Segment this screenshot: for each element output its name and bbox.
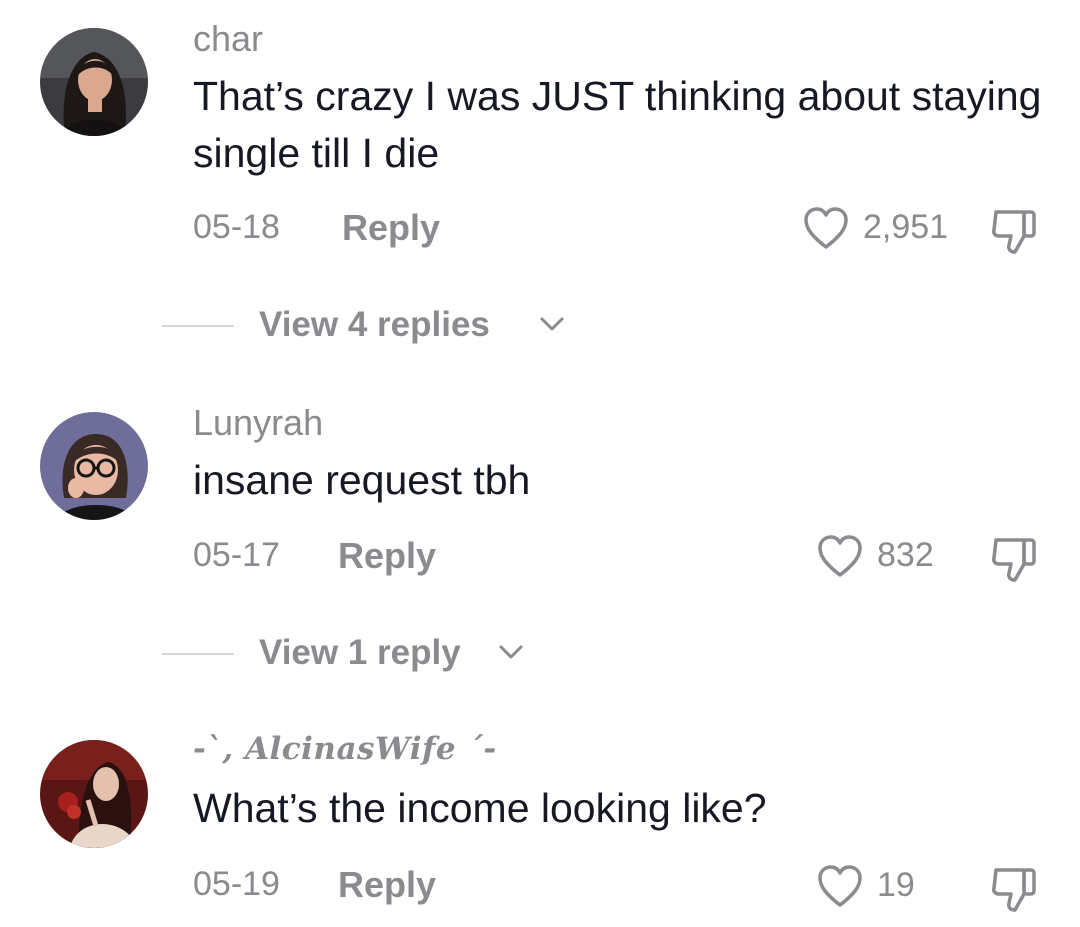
comment-date: 05-19 xyxy=(193,865,280,903)
like-count: 19 xyxy=(877,866,915,904)
reply-button[interactable]: Reply xyxy=(338,864,436,906)
comment-item: -`, AlcinasWife ´- What’s the income loo… xyxy=(0,0,1080,927)
comment-text: What’s the income looking like? xyxy=(193,785,767,831)
heart-outline-icon xyxy=(818,865,862,907)
avatar[interactable] xyxy=(40,740,148,848)
dislike-button[interactable] xyxy=(988,864,1040,919)
comment-username[interactable]: -`, AlcinasWife ´- xyxy=(193,731,497,767)
thumbs-down-icon xyxy=(992,868,1036,912)
like-button[interactable] xyxy=(817,864,863,913)
